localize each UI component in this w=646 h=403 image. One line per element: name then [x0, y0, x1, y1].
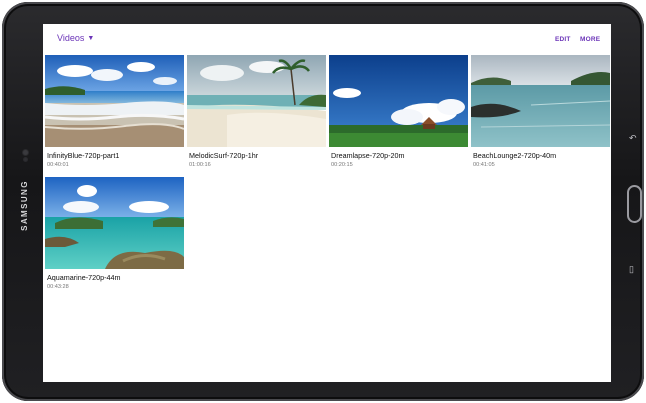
video-thumbnail: [45, 177, 184, 269]
recent-apps-key-icon[interactable]: ▯: [629, 264, 634, 275]
light-sensor: [24, 158, 27, 161]
folder-label: Videos: [57, 33, 85, 43]
video-duration: 00:40:01: [47, 162, 69, 168]
video-title: Dreamlapse-720p-20m: [331, 151, 405, 160]
brand-label: SAMSUNG: [19, 179, 29, 231]
video-item[interactable]: Aquamarine-720p-44m 00:43:28: [45, 177, 184, 295]
video-item[interactable]: MelodicSurf-720p-1hr 01:00:16: [187, 55, 326, 173]
folder-dropdown[interactable]: Videos ▼: [57, 33, 94, 43]
video-thumbnail: [187, 55, 326, 147]
video-thumbnail: [329, 55, 468, 147]
video-item[interactable]: BeachLounge2-720p-40m 00:41:05: [471, 55, 610, 173]
video-item[interactable]: InfinityBlue-720p-part1 00:40:01: [45, 55, 184, 173]
dropdown-caret-icon: ▼: [87, 34, 95, 42]
video-duration: 00:43:28: [47, 284, 69, 290]
screen: Videos ▼ EDIT MORE InfinityBlue-720p-par…: [43, 24, 611, 382]
more-button[interactable]: MORE: [580, 36, 600, 43]
video-title: Aquamarine-720p-44m: [47, 273, 121, 282]
video-title: InfinityBlue-720p-part1: [47, 151, 120, 160]
front-camera: [23, 150, 28, 155]
video-duration: 01:00:16: [189, 162, 211, 168]
video-duration: 00:20:15: [331, 162, 353, 168]
app-toolbar: Videos ▼ EDIT MORE: [43, 24, 611, 54]
video-duration: 00:41:05: [473, 162, 495, 168]
home-button[interactable]: [627, 185, 642, 223]
back-key-icon[interactable]: ↶: [629, 133, 637, 144]
video-title: BeachLounge2-720p-40m: [473, 151, 557, 160]
edit-button[interactable]: EDIT: [555, 36, 571, 43]
video-grid: InfinityBlue-720p-part1 00:40:01 Melodic…: [45, 55, 611, 315]
video-thumbnail: [471, 55, 610, 147]
video-thumbnail: [45, 55, 184, 147]
video-item[interactable]: Dreamlapse-720p-20m 00:20:15: [329, 55, 468, 173]
video-title: MelodicSurf-720p-1hr: [189, 151, 259, 160]
brand-logo: SAMSUNG: [7, 170, 41, 240]
